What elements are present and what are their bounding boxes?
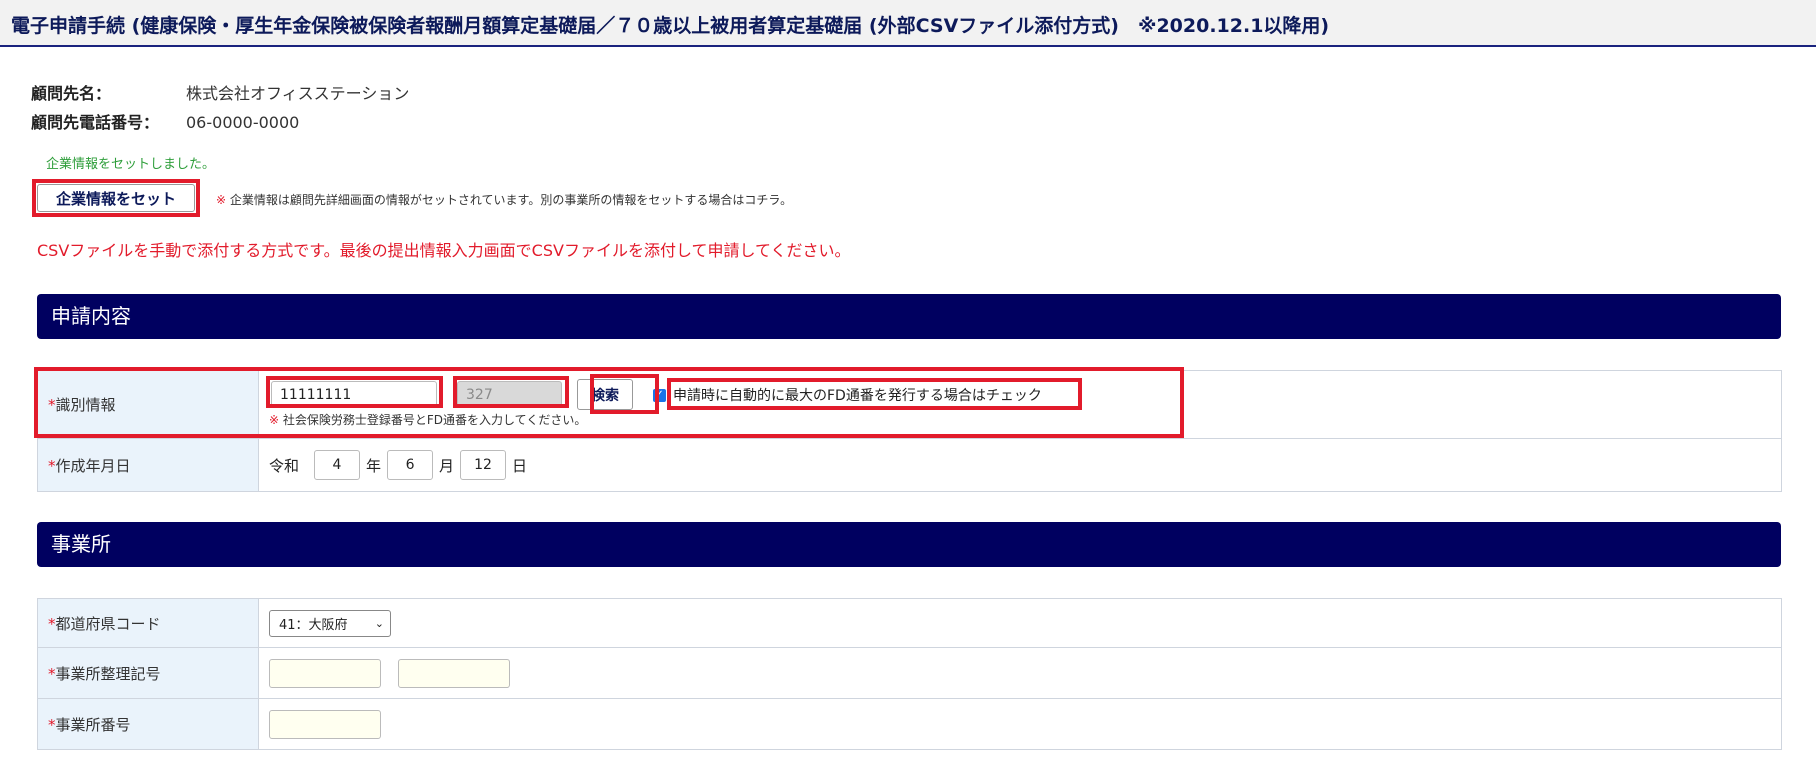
note-mark: ※	[216, 193, 227, 207]
office-code-label: 事業所整理記号	[55, 664, 161, 683]
created-date-label: 作成年月日	[55, 456, 131, 475]
client-phone-value: 06-0000-0000	[186, 113, 300, 132]
client-phone-label: 顧問先電話番号：	[31, 113, 160, 132]
day-unit: 日	[512, 456, 528, 475]
office-code-row: *事業所整理記号	[37, 647, 1782, 699]
created-date-label-cell: *作成年月日	[37, 438, 259, 492]
required-mark: *	[48, 664, 56, 683]
office-number-value-cell	[258, 698, 1782, 750]
client-name-label: 顧問先名：	[31, 84, 112, 103]
csv-notice: CSVファイルを手動で添付する方式です。最後の提出情報入力画面でCSVファイルを…	[37, 241, 851, 260]
month-unit: 月	[439, 456, 455, 475]
fd-serial-highlight	[453, 376, 569, 408]
prefecture-label-cell: *都道府県コード	[37, 598, 259, 648]
registration-input-highlight	[266, 376, 443, 408]
month-input[interactable]	[387, 450, 434, 480]
company-info-note: ※ 企業情報は顧問先詳細画面の情報がセットされています。別の事業所の情報をセット…	[216, 191, 792, 208]
client-name-row: 顧問先名： 株式会社オフィスステーション	[31, 80, 409, 104]
set-company-info-button[interactable]: 企業情報をセット	[37, 184, 195, 212]
chevron-down-icon: ⌄	[374, 616, 384, 630]
created-date-row: *作成年月日 令和 年 月 日	[37, 438, 1782, 492]
office-code-input-1[interactable]	[269, 658, 381, 688]
prefecture-row: *都道府県コード 41：大阪府 ⌄	[37, 598, 1782, 648]
company-info-note-text: 企業情報は顧問先詳細画面の情報がセットされています。別の事業所の情報をセットする…	[229, 193, 793, 207]
office-form-table: *都道府県コード 41：大阪府 ⌄ *事業所整理記号 *事業所番号	[37, 598, 1782, 750]
page-header: 電子申請手続 (健康保険・厚生年金保険被保険者報酬月額算定基礎届／７０歳以上被用…	[0, 0, 1816, 47]
office-code-input-2[interactable]	[397, 658, 510, 688]
created-date-value-cell: 令和 年 月 日	[258, 438, 1782, 492]
auto-fd-checkbox-highlight	[667, 378, 1082, 410]
page-title: 電子申請手続 (健康保険・厚生年金保険被保険者報酬月額算定基礎届／７０歳以上被用…	[11, 15, 1330, 37]
search-button-highlight	[590, 374, 659, 414]
prefecture-selected: 41：大阪府	[279, 617, 348, 633]
office-code-value-cell	[258, 647, 1782, 699]
required-mark: *	[48, 614, 56, 633]
section-office-header: 事業所	[37, 522, 1781, 567]
year-input[interactable]	[314, 450, 361, 480]
created-date-inputs: 令和 年 月 日	[269, 450, 1780, 480]
prefecture-select[interactable]: 41：大阪府 ⌄	[269, 609, 391, 637]
prefecture-label: 都道府県コード	[55, 614, 161, 633]
office-number-label-cell: *事業所番号	[37, 698, 259, 750]
office-code-label-cell: *事業所整理記号	[37, 647, 259, 699]
day-input[interactable]	[460, 450, 507, 480]
company-set-message: 企業情報をセットしました。	[46, 157, 216, 172]
required-mark: *	[48, 456, 56, 475]
era-label: 令和	[269, 456, 300, 475]
client-name-value: 株式会社オフィスステーション	[186, 84, 410, 103]
office-number-input[interactable]	[269, 709, 381, 739]
year-unit: 年	[366, 456, 382, 475]
section-application-header: 申請内容	[37, 294, 1781, 339]
required-mark: *	[48, 715, 56, 734]
office-number-label: 事業所番号	[55, 715, 131, 734]
client-phone-row: 顧問先電話番号： 06-0000-0000	[31, 109, 299, 133]
prefecture-value-cell: 41：大阪府 ⌄	[258, 598, 1782, 648]
office-number-row: *事業所番号	[37, 698, 1782, 750]
